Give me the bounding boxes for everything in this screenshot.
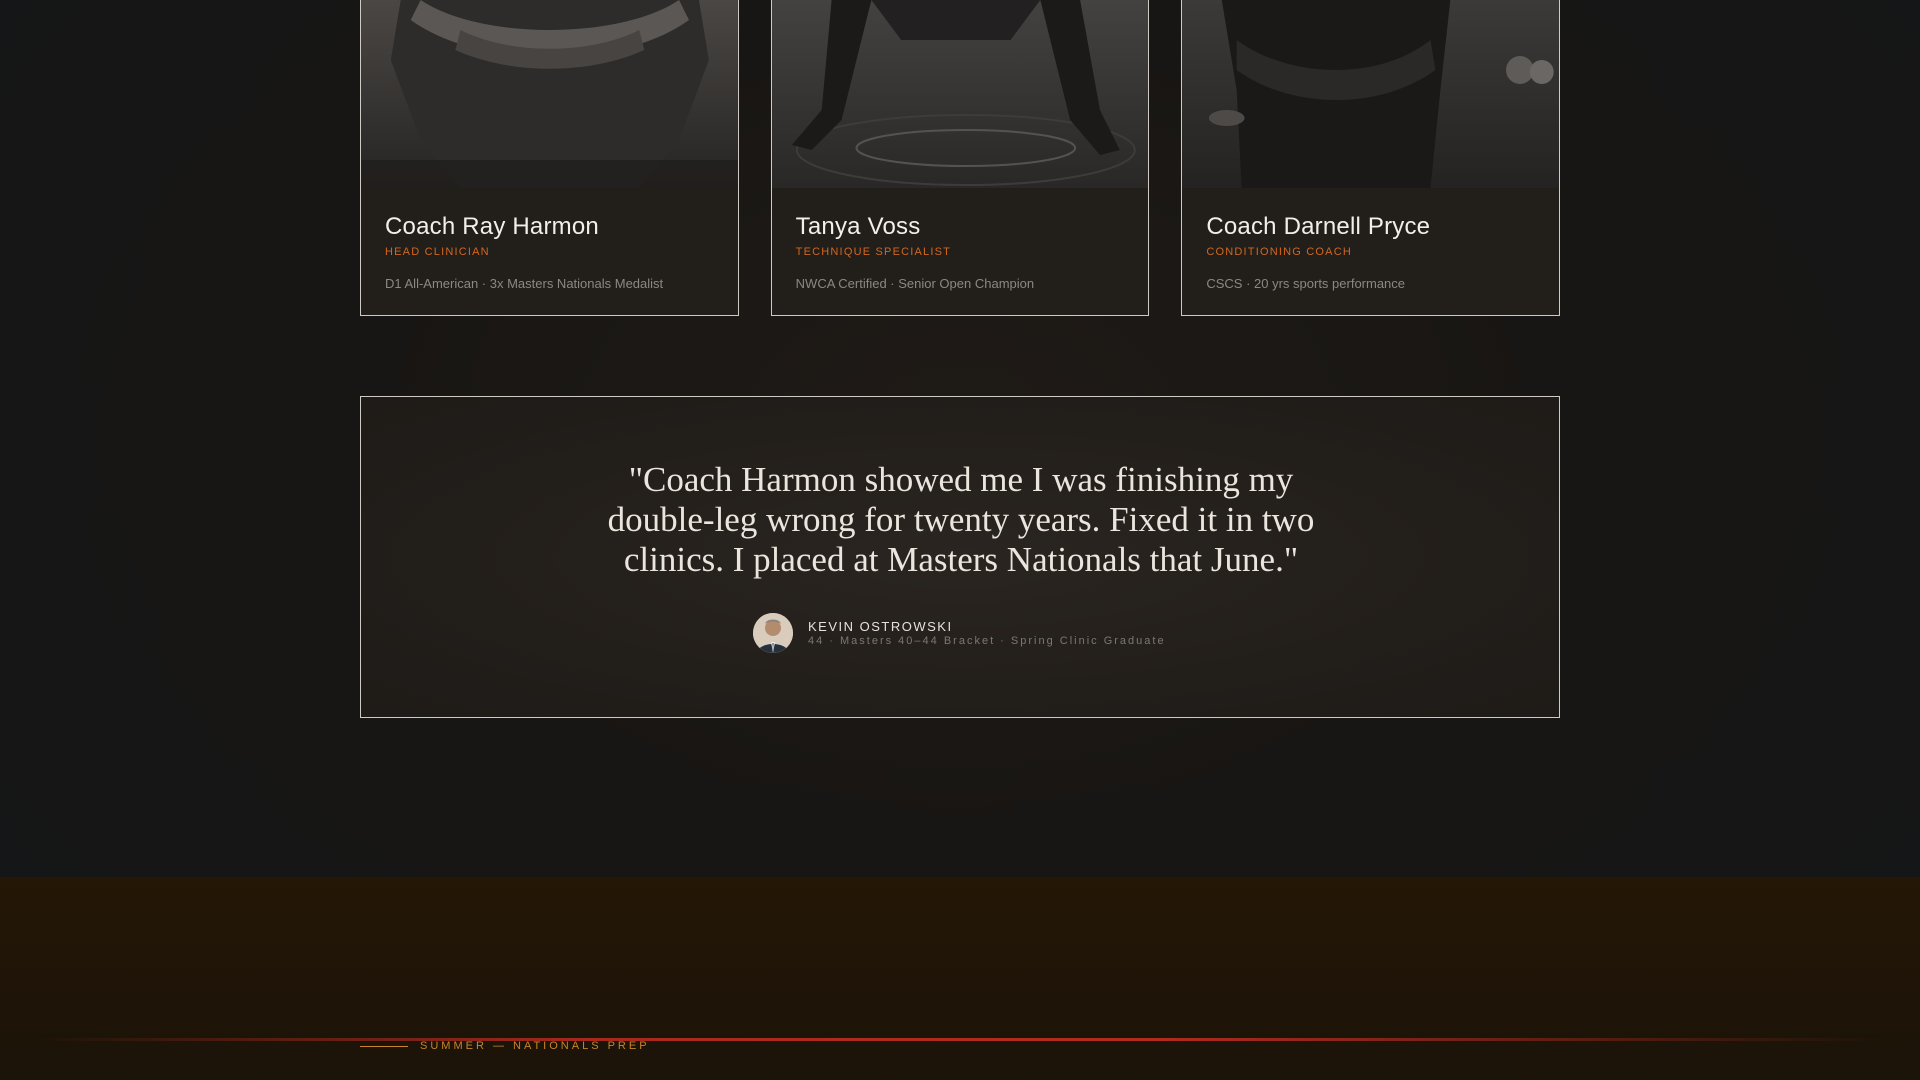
coach-photo [361, 0, 738, 188]
coach-info: Tanya Voss TECHNIQUE SPECIALIST NWCA Cer… [796, 212, 1129, 291]
avatar-portrait-icon [753, 613, 793, 653]
coach-role: CONDITIONING COACH [1206, 246, 1352, 258]
section-eyebrow: SUMMER — NATIONALS PREP [360, 1040, 650, 1052]
coach-info: Coach Ray Harmon HEAD CLINICIAN D1 All-A… [385, 212, 718, 291]
coach-credentials: CSCS · 20 yrs sports performance [1206, 276, 1406, 291]
testimonial-author: KEVIN OSTROWSKI 44 · Masters 40–44 Brack… [753, 613, 1166, 653]
coach-credentials: D1 All-American · 3x Masters Nationals M… [385, 276, 664, 291]
author-text: KEVIN OSTROWSKI 44 · Masters 40–44 Brack… [808, 619, 1166, 647]
coach-credentials: NWCA Certified · Senior Open Champion [795, 276, 1035, 291]
coach-photo-wrestling-stance-icon [771, 0, 1149, 188]
coaches-grid: Coach Ray Harmon HEAD CLINICIAN D1 All-A… [360, 0, 1561, 316]
coach-role: TECHNIQUE SPECIALIST [795, 246, 952, 258]
next-section-background [0, 877, 1920, 1080]
author-name: KEVIN OSTROWSKI [808, 619, 953, 634]
coach-name: Coach Ray Harmon [385, 213, 599, 240]
coach-role: HEAD CLINICIAN [385, 246, 490, 258]
coach-photo [771, 0, 1149, 188]
coach-name: Coach Darnell Pryce [1206, 213, 1431, 240]
coach-card[interactable]: Tanya Voss TECHNIQUE SPECIALIST NWCA Cer… [770, 0, 1150, 316]
testimonial-card: "Coach Harmon showed me I was finishing … [360, 396, 1560, 718]
coach-card[interactable]: Coach Ray Harmon HEAD CLINICIAN D1 All-A… [360, 0, 739, 316]
testimonial-quote: "Coach Harmon showed me I was finishing … [607, 460, 1315, 579]
avatar [753, 613, 793, 653]
coach-card[interactable]: Coach Darnell Pryce CONDITIONING COACH C… [1181, 0, 1561, 316]
coach-photo-arms-crossed-icon [1182, 0, 1560, 188]
author-meta: 44 · Masters 40–44 Bracket · Spring Clin… [808, 635, 1166, 647]
coach-name: Tanya Voss [795, 213, 921, 240]
section-divider [40, 1038, 1880, 1041]
coach-info: Coach Darnell Pryce CONDITIONING COACH C… [1206, 212, 1539, 291]
eyebrow-rule [360, 1045, 408, 1047]
eyebrow-label: SUMMER — NATIONALS PREP [420, 1040, 650, 1052]
coach-photo-arms-crossed-icon [361, 0, 738, 188]
coach-photo [1182, 0, 1560, 188]
